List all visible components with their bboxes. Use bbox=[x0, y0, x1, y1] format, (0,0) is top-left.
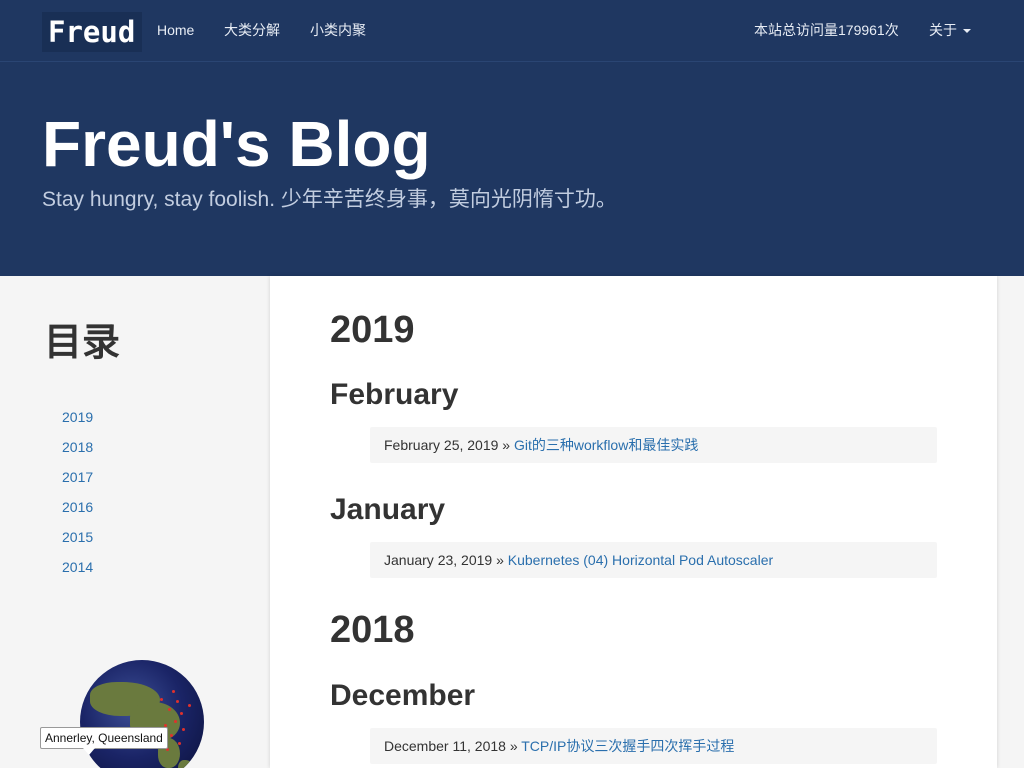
caret-down-icon bbox=[962, 29, 971, 34]
about-dropdown[interactable]: 关于 bbox=[929, 20, 971, 40]
toc-year-2016[interactable]: 2016 bbox=[62, 498, 93, 516]
nav-home[interactable]: Home bbox=[157, 20, 194, 40]
month-heading-january: January bbox=[330, 493, 446, 526]
year-heading-2018: 2018 bbox=[330, 609, 415, 651]
toc-year-2015[interactable]: 2015 bbox=[62, 528, 93, 546]
archive-content: 2019 February February 25, 2019 » Git的三种… bbox=[270, 276, 997, 768]
about-label: 关于 bbox=[929, 22, 957, 38]
post-link[interactable]: TCP/IP协议三次握手四次挥手过程 bbox=[521, 738, 734, 754]
visitor-dot bbox=[176, 700, 179, 703]
visitor-dot bbox=[182, 728, 185, 731]
top-navbar: Freud Home 大类分解 小类内聚 本站总访问量179961次 关于 bbox=[0, 0, 1024, 62]
visitor-dot bbox=[168, 708, 171, 711]
post-entry: January 23, 2019 » Kubernetes (04) Horiz… bbox=[370, 542, 937, 578]
site-subtitle: Stay hungry, stay foolish. 少年辛苦终身事，莫向光阴惰… bbox=[42, 188, 617, 211]
visitor-dot bbox=[178, 742, 181, 745]
brand-logo[interactable]: Freud bbox=[42, 12, 142, 52]
post-date: January 23, 2019 » bbox=[384, 552, 504, 568]
post-date: December 11, 2018 » bbox=[384, 738, 518, 754]
site-title: Freud's Blog bbox=[42, 108, 431, 180]
visitor-dot bbox=[180, 712, 183, 715]
visitor-dot bbox=[174, 720, 177, 723]
toc-year-2017[interactable]: 2017 bbox=[62, 468, 93, 486]
post-entry: February 25, 2019 » Git的三种workflow和最佳实践 bbox=[370, 427, 937, 463]
visitor-dot bbox=[160, 698, 163, 701]
visitor-dot bbox=[172, 690, 175, 693]
post-entry: December 11, 2018 » TCP/IP协议三次握手四次挥手过程 bbox=[370, 728, 937, 764]
visitor-dot bbox=[188, 704, 191, 707]
toc-title: 目录 bbox=[44, 322, 121, 364]
toc-year-2014[interactable]: 2014 bbox=[62, 558, 93, 576]
post-link[interactable]: Git的三种workflow和最佳实践 bbox=[514, 437, 698, 453]
globe-land bbox=[178, 760, 194, 768]
post-date: February 25, 2019 » bbox=[384, 437, 511, 453]
visitor-dot bbox=[170, 734, 173, 737]
nav-subcategories[interactable]: 小类内聚 bbox=[310, 20, 366, 40]
month-heading-december: December bbox=[330, 679, 476, 712]
site-header: Freud's Blog Stay hungry, stay foolish. … bbox=[0, 62, 1024, 276]
year-heading-2019: 2019 bbox=[330, 309, 415, 351]
post-link[interactable]: Kubernetes (04) Horizontal Pod Autoscale… bbox=[508, 552, 773, 568]
globe-location-label: Annerley, Queensland bbox=[40, 727, 168, 755]
toc-year-2019[interactable]: 2019 bbox=[62, 408, 93, 426]
visit-counter: 本站总访问量179961次 bbox=[754, 22, 899, 38]
toc-year-2018[interactable]: 2018 bbox=[62, 438, 93, 456]
sidebar: 目录 2019 2018 2017 2016 2015 2014 Annerle… bbox=[0, 276, 270, 768]
month-heading-february: February bbox=[330, 378, 459, 411]
nav-categories[interactable]: 大类分解 bbox=[224, 20, 280, 40]
visitor-globe[interactable] bbox=[80, 660, 204, 768]
